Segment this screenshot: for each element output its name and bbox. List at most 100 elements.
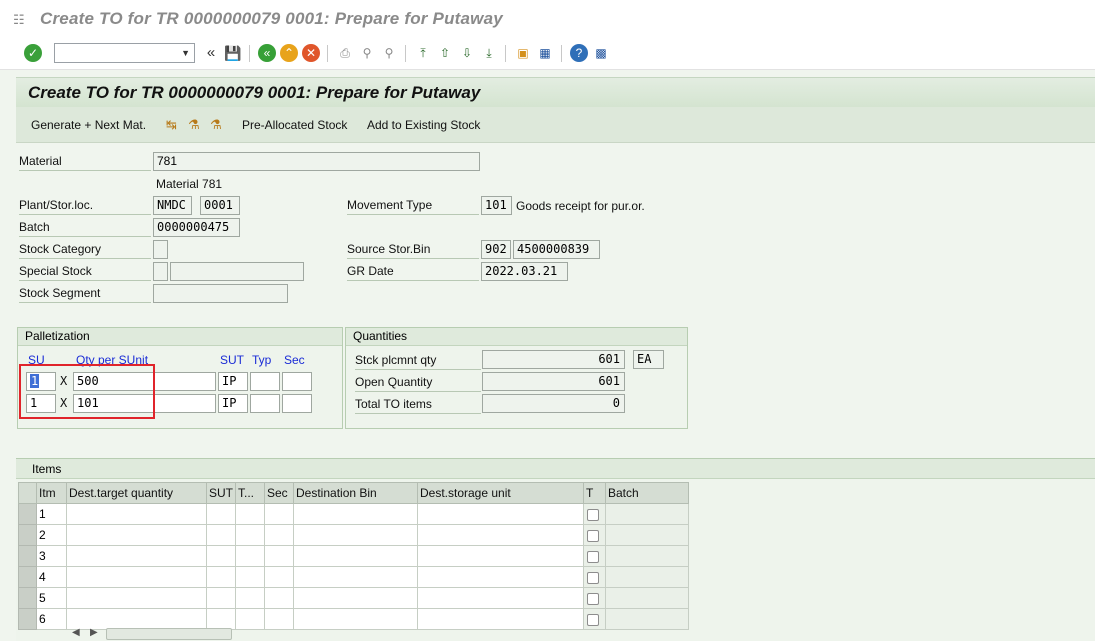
dest-target-quantity-cell[interactable] — [66, 587, 207, 609]
sut-cell[interactable] — [206, 587, 236, 609]
source-storage-bin-field[interactable]: 4500000839 — [513, 240, 600, 259]
column-header[interactable]: Destination Bin — [293, 482, 418, 504]
dest-storage-unit-cell[interactable] — [417, 545, 584, 567]
column-header[interactable]: SUT — [206, 482, 236, 504]
dest-target-quantity-cell[interactable] — [66, 545, 207, 567]
destination-bin-cell[interactable] — [293, 545, 418, 567]
column-header[interactable]: Dest.target quantity — [66, 482, 207, 504]
stck-plcmnt-qty-field[interactable]: 601 — [482, 350, 625, 369]
column-header[interactable]: T... — [235, 482, 265, 504]
find-next-icon[interactable]: ⚲ — [380, 44, 398, 62]
type-cell[interactable] — [235, 587, 265, 609]
source-storage-type-field[interactable]: 902 — [481, 240, 511, 259]
checkbox[interactable] — [587, 508, 599, 521]
scroll-left-icon[interactable]: ◀ — [72, 627, 80, 638]
row-selector[interactable] — [18, 524, 37, 546]
dest-storage-unit-cell[interactable] — [417, 566, 584, 588]
prev-page-icon[interactable]: ⇧ — [436, 44, 454, 62]
sec-cell[interactable] — [264, 587, 294, 609]
help-icon[interactable]: ? — [570, 44, 588, 62]
row-selector[interactable] — [18, 608, 37, 630]
add-to-existing-stock-button[interactable]: Add to Existing Stock — [367, 118, 480, 132]
dest-target-quantity-cell[interactable] — [66, 503, 207, 525]
plant-field[interactable]: NMDC — [153, 196, 192, 215]
row-selector[interactable] — [18, 503, 37, 525]
dest-storage-unit-cell[interactable] — [417, 608, 584, 630]
type-cell[interactable] — [235, 566, 265, 588]
special-stock-number-field[interactable] — [170, 262, 304, 281]
material-field[interactable]: 781 — [153, 152, 480, 171]
sut-cell[interactable] — [206, 545, 236, 567]
gr-date-field[interactable]: 2022.03.21 — [481, 262, 568, 281]
new-session-icon[interactable]: ▣ — [514, 44, 532, 62]
find-icon[interactable]: ⚲ — [358, 44, 376, 62]
column-header[interactable]: Batch — [605, 482, 689, 504]
command-field[interactable]: ▼ — [54, 43, 195, 63]
typ-field[interactable] — [250, 372, 280, 391]
scrollbar-thumb[interactable] — [106, 628, 232, 640]
dest-storage-unit-cell[interactable] — [417, 524, 584, 546]
enter-icon[interactable]: ✓ — [24, 44, 42, 62]
movement-type-field[interactable]: 101 — [481, 196, 512, 215]
item-number-cell[interactable]: 3 — [36, 545, 67, 567]
stock-category-field[interactable] — [153, 240, 168, 259]
pre-allocated-stock-button[interactable]: Pre-Allocated Stock — [242, 118, 347, 132]
customize-icon[interactable]: ▩ — [592, 44, 610, 62]
sec-cell[interactable] — [264, 524, 294, 546]
last-page-icon[interactable]: ⤓ — [480, 44, 498, 62]
dest-target-quantity-cell[interactable] — [66, 566, 207, 588]
checkbox[interactable] — [587, 529, 599, 542]
item-number-cell[interactable]: 2 — [36, 524, 67, 546]
destination-bin-cell[interactable] — [293, 587, 418, 609]
sut-cell[interactable] — [206, 503, 236, 525]
shortcut-icon[interactable]: ▦ — [536, 44, 554, 62]
destination-bin-cell[interactable] — [293, 566, 418, 588]
print-icon[interactable]: ⎙ — [336, 44, 354, 62]
sec-cell[interactable] — [264, 545, 294, 567]
sec-field[interactable] — [282, 394, 312, 413]
dest-storage-unit-cell[interactable] — [417, 587, 584, 609]
sec-cell[interactable] — [264, 566, 294, 588]
row-selector-header[interactable] — [18, 482, 37, 504]
item-number-cell[interactable]: 4 — [36, 566, 67, 588]
save-icon[interactable]: 💾 — [224, 44, 242, 62]
sec-cell[interactable] — [264, 503, 294, 525]
item-number-cell[interactable]: 6 — [36, 608, 67, 630]
exit-icon[interactable]: ⌃ — [280, 44, 298, 62]
column-header[interactable]: T — [583, 482, 606, 504]
dest-target-quantity-cell[interactable] — [66, 524, 207, 546]
sut-cell[interactable] — [206, 524, 236, 546]
horizontal-scrollbar[interactable]: ◀ ▶ — [70, 627, 370, 641]
stock-segment-field[interactable] — [153, 284, 288, 303]
cancel-icon[interactable]: ✕ — [302, 44, 320, 62]
sut-field[interactable]: IP — [218, 372, 248, 391]
checkbox[interactable] — [587, 592, 599, 605]
forklift-arrow-icon[interactable]: ⚗ — [210, 117, 226, 133]
type-cell[interactable] — [235, 545, 265, 567]
sec-field[interactable] — [282, 372, 312, 391]
row-selector[interactable] — [18, 566, 37, 588]
storage-location-field[interactable]: 0001 — [200, 196, 240, 215]
generate-next-mat-button[interactable]: Generate + Next Mat. — [31, 118, 146, 132]
checkbox[interactable] — [587, 613, 599, 626]
open-quantity-field[interactable]: 601 — [482, 372, 625, 391]
stck-unit-field[interactable]: EA — [633, 350, 664, 369]
typ-field[interactable] — [250, 394, 280, 413]
first-page-icon[interactable]: ⤒ — [414, 44, 432, 62]
column-header[interactable]: Sec — [264, 482, 294, 504]
back-double-icon[interactable]: « — [202, 44, 220, 62]
dest-storage-unit-cell[interactable] — [417, 503, 584, 525]
column-header[interactable]: Itm — [36, 482, 67, 504]
destination-bin-cell[interactable] — [293, 503, 418, 525]
row-selector[interactable] — [18, 545, 37, 567]
column-header[interactable]: Dest.storage unit — [417, 482, 584, 504]
item-number-cell[interactable]: 5 — [36, 587, 67, 609]
forklift-icon[interactable]: ⚗ — [188, 117, 204, 133]
row-selector[interactable] — [18, 587, 37, 609]
destination-bin-cell[interactable] — [293, 524, 418, 546]
type-cell[interactable] — [235, 503, 265, 525]
batch-field[interactable]: 0000000475 — [153, 218, 240, 237]
checkbox[interactable] — [587, 571, 599, 584]
stock-list-icon[interactable]: ↹ — [166, 117, 182, 133]
special-stock-field[interactable] — [153, 262, 168, 281]
